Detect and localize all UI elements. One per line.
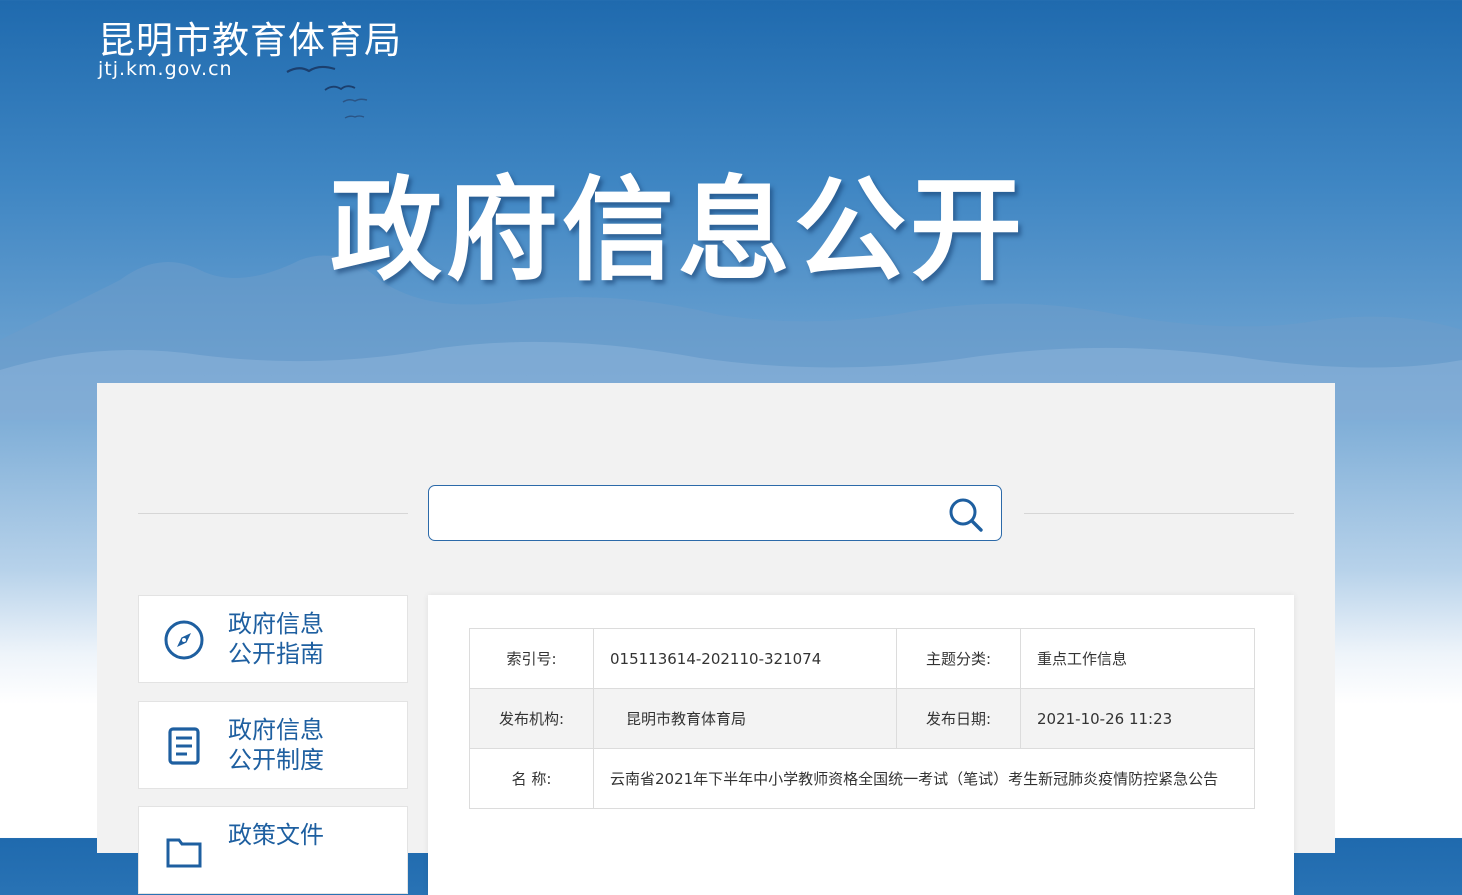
date-label: 发布日期: (896, 688, 1021, 749)
hero-title: 政府信息公开 (330, 166, 1026, 296)
name-label: 名 称: (469, 748, 594, 809)
compass-icon (164, 620, 204, 660)
sidebar-item-guide[interactable]: 政府信息 公开指南 (138, 595, 408, 683)
sidebar-item-system[interactable]: 政府信息 公开制度 (138, 701, 408, 789)
divider-right (1024, 513, 1294, 514)
metadata-table: 索引号: 015113614-202110-321074 主题分类: 重点工作信… (469, 628, 1255, 809)
publisher-value: 昆明市教育体育局 (593, 688, 897, 749)
divider-left (138, 513, 408, 514)
category-label: 主题分类: (896, 628, 1021, 689)
date-value: 2021-10-26 11:23 (1020, 688, 1255, 749)
search-box (428, 485, 1002, 541)
birds-decoration (286, 65, 368, 119)
sidebar-item-label: 政策文件 (228, 821, 324, 849)
folder-icon (166, 838, 202, 868)
site-domain: jtj.km.gov.cn (98, 58, 233, 80)
index-value: 015113614-202110-321074 (593, 628, 897, 689)
search-input[interactable] (441, 496, 935, 532)
category-value: 重点工作信息 (1020, 628, 1255, 689)
name-value: 云南省2021年下半年中小学教师资格全国统一考试（笔试）考生新冠肺炎疫情防控紧急… (593, 748, 1255, 809)
sidebar-item-policy[interactable]: 政策文件 (138, 806, 408, 894)
content-card: 索引号: 015113614-202110-321074 主题分类: 重点工作信… (428, 595, 1294, 895)
main-panel: 政府信息 公开指南 政府信息 公开制度 政策文件 索引号: 015113614-… (97, 383, 1335, 895)
document-icon (168, 727, 200, 765)
sidebar-item-label: 政府信息 公开制度 (228, 716, 324, 774)
search-icon[interactable] (947, 496, 985, 534)
publisher-label: 发布机构: (469, 688, 594, 749)
site-title[interactable]: 昆明市教育体育局 (98, 10, 402, 64)
sidebar-item-label: 政府信息 公开指南 (228, 610, 324, 668)
index-label: 索引号: (469, 628, 594, 689)
